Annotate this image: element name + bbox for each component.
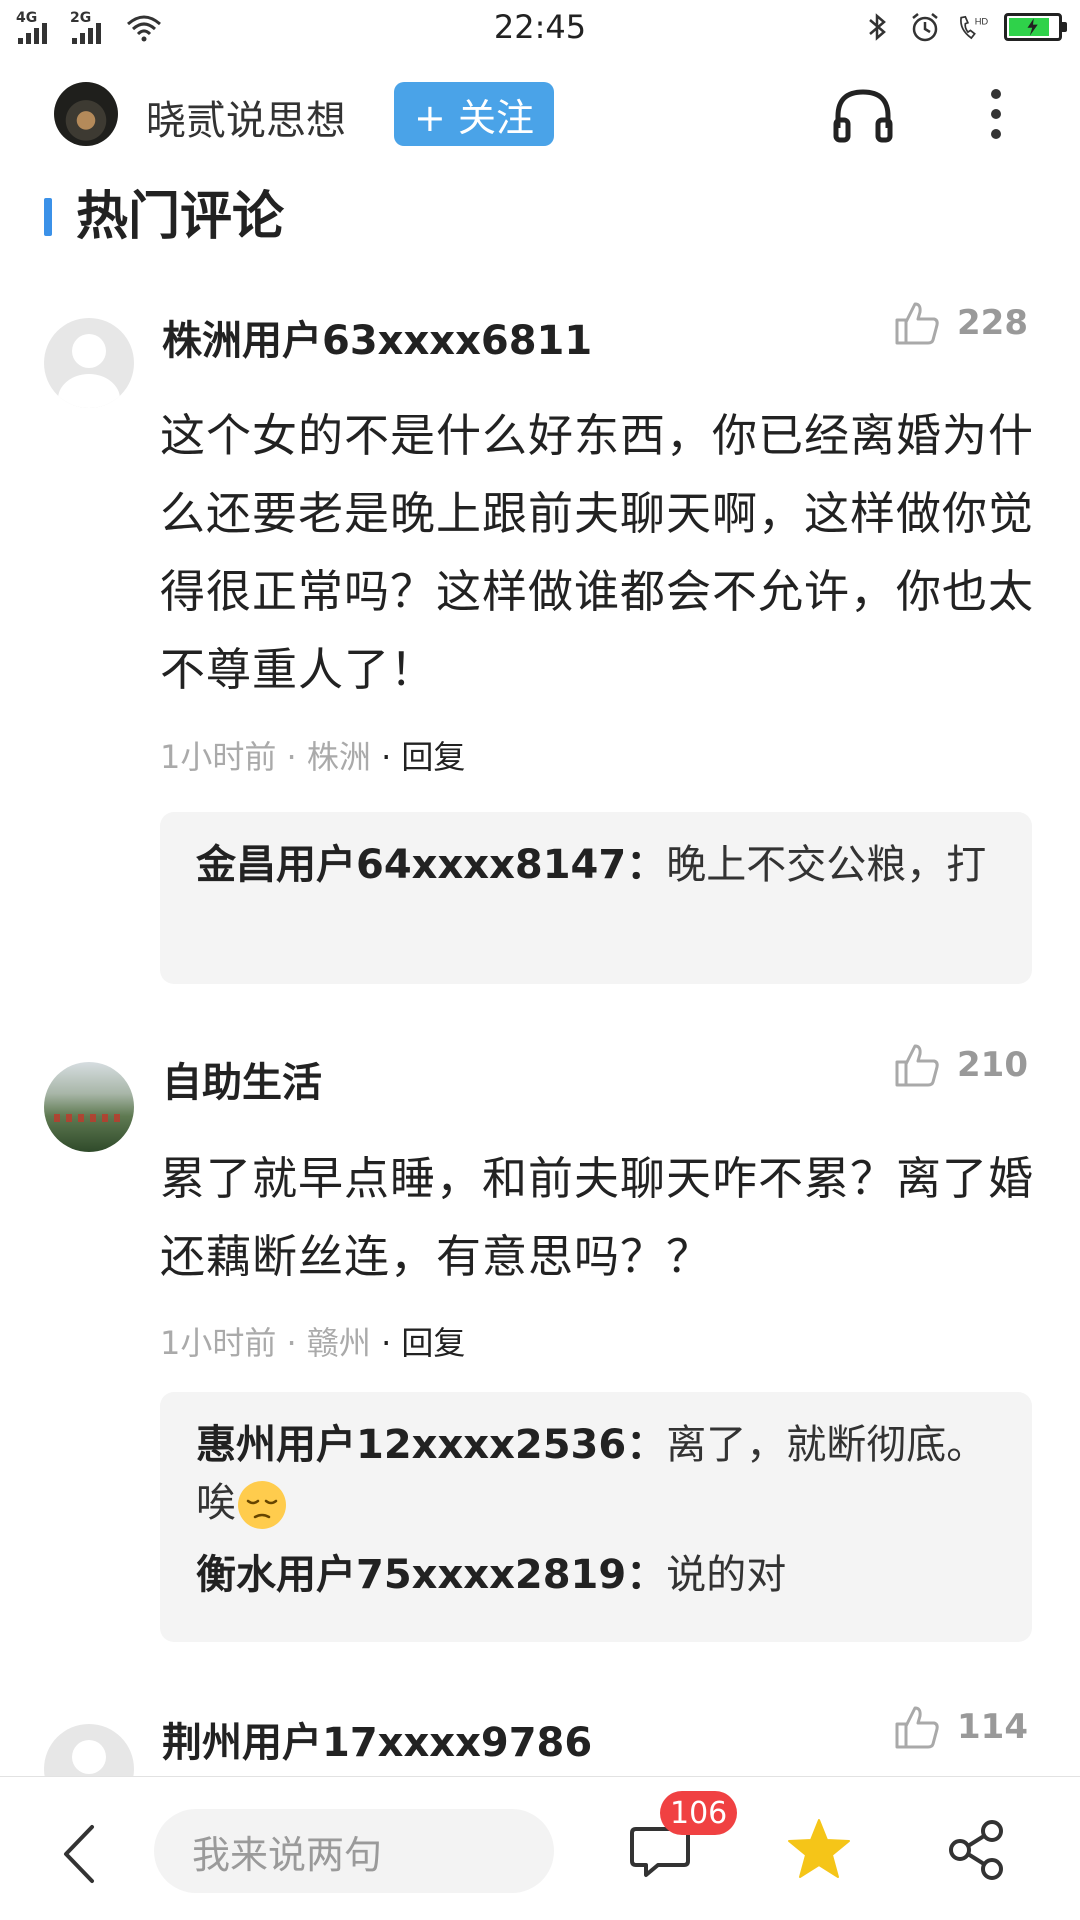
headphone-icon[interactable] [830,84,896,146]
reply-box[interactable]: 金昌用户64xxxx8147：晚上不交公粮，打 [160,812,1032,984]
follow-button[interactable]: + 关注 [394,82,554,146]
comment-avatar[interactable] [44,318,134,408]
reply-text: 说的对 [666,1552,787,1598]
status-right: HD [860,10,1067,44]
section-title: 热门评论 [76,187,285,247]
comment-time: 1小时前 [160,1324,277,1362]
comment-meta: 1小时前 · 赣州 · 回复 [160,1324,466,1362]
battery-icon [1004,13,1067,41]
share-icon[interactable] [946,1819,1006,1881]
reply-item: 惠州用户12xxxx2536：离了，就断彻底。唉 [196,1416,996,1532]
reply-link[interactable]: 回复 [401,1324,465,1362]
status-bar: 4G 2G 22:45 HD [0,0,1080,58]
reply-username[interactable]: 衡水用户75xxxx2819： [196,1552,666,1598]
thumbs-up-icon[interactable] [893,300,941,346]
back-arrow-icon[interactable] [58,1823,102,1885]
author-avatar[interactable] [54,82,118,146]
thumbs-up-icon[interactable] [893,1704,941,1750]
like-count: 114 [957,1707,1028,1747]
comment-text: 这个女的不是什么好东西，你已经离婚为什么还要老是晚上跟前夫聊天啊，这样做你觉得很… [160,409,1035,696]
like-count: 228 [957,303,1028,343]
section-accent-bar [44,198,52,236]
reply-item: 衡水用户75xxxx2819：说的对 [196,1546,996,1604]
bottom-action-bar: 我来说两句 106 [0,1776,1080,1920]
comment-input[interactable]: 我来说两句 [154,1809,554,1893]
hd-call-icon: HD [960,15,989,40]
comment-count-badge: 106 [660,1791,738,1835]
comment-location: 株洲 [306,738,371,776]
comment-avatar[interactable] [44,1062,134,1152]
hot-comments-header: 热门评论 [0,170,1080,247]
reply-box[interactable]: 惠州用户12xxxx2536：离了，就断彻底。唉 衡水用户75xxxx2819：… [160,1392,1032,1642]
comment-time: 1小时前 [160,738,277,776]
favorite-star-icon[interactable] [786,1817,852,1881]
comment-text: 累了就早点睡，和前夫聊天咋不累？离了婚还藕断丝连，有意思吗？？ [160,1152,1035,1283]
reply-username[interactable]: 惠州用户12xxxx2536： [196,1422,666,1468]
article-header: 晓贰说思想 + 关注 [0,62,1080,162]
comment-username[interactable]: 株洲用户63xxxx6811 [162,308,592,366]
reply-link[interactable]: 回复 [401,738,465,776]
comment-username[interactable]: 荆州用户17xxxx9786 [162,1710,592,1768]
reply-username[interactable]: 金昌用户64xxxx8147： [196,842,666,888]
thumbs-up-icon[interactable] [893,1042,941,1088]
like-button[interactable]: 228 [893,300,1028,346]
comment-meta: 1小时前 · 株洲 · 回复 [160,738,466,776]
like-button[interactable]: 114 [893,1704,1028,1750]
comment-location: 赣州 [306,1324,371,1362]
reply-item: 金昌用户64xxxx8147：晚上不交公粮，打 [196,836,996,894]
author-name[interactable]: 晓贰说思想 [146,88,346,146]
svg-text:HD: HD [975,16,989,26]
bluetooth-icon [869,13,886,41]
reply-text: 晚上不交公粮，打 [666,842,987,888]
alarm-icon [912,13,938,42]
like-button[interactable]: 210 [893,1042,1028,1088]
more-menu-icon[interactable] [984,84,1008,144]
pensive-face-emoji-icon [238,1481,286,1529]
like-count: 210 [957,1045,1028,1085]
comment-username[interactable]: 自助生活 [162,1050,322,1108]
